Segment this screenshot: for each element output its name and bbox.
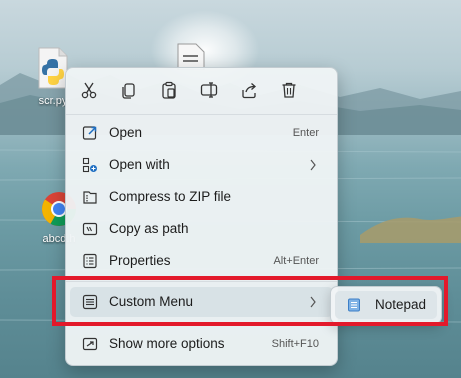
menu-item-shortcut: Shift+F10 xyxy=(271,338,319,350)
rename-icon xyxy=(200,82,218,98)
cut-icon xyxy=(81,82,97,99)
copy-button[interactable] xyxy=(117,78,141,102)
rename-button[interactable] xyxy=(197,78,221,102)
menu-item-show-more-options[interactable]: Show more options Shift+F10 xyxy=(70,329,333,359)
paste-icon xyxy=(162,81,176,99)
copy-icon xyxy=(122,83,135,99)
cut-button[interactable] xyxy=(77,78,101,102)
menu-item-shortcut: Enter xyxy=(292,127,319,139)
menu-item-open-with[interactable]: Open with xyxy=(70,150,333,180)
menu-separator xyxy=(66,114,337,115)
menu-item-label: Compress to ZIP file xyxy=(109,189,232,204)
menu-item-shortcut: Alt+Enter xyxy=(273,255,319,267)
paste-button[interactable] xyxy=(157,78,181,102)
menu-item-label: Open xyxy=(109,125,143,140)
delete-icon xyxy=(282,82,296,98)
menu-item-label: Show more options xyxy=(109,336,225,351)
open-icon xyxy=(82,126,97,140)
menu-item-label: Copy as path xyxy=(109,221,189,236)
menu-item-open[interactable]: Open Enter xyxy=(70,118,333,148)
context-menu-toolbar xyxy=(66,68,337,114)
menu-item-compress-zip[interactable]: Compress to ZIP file xyxy=(70,182,333,212)
menu-item-copy-as-path[interactable]: Copy as path xyxy=(70,214,333,244)
file-icon xyxy=(177,43,205,70)
properties-icon xyxy=(83,253,97,269)
zip-icon xyxy=(83,191,97,204)
menu-item-properties[interactable]: Properties Alt+Enter xyxy=(70,246,333,276)
delete-button[interactable] xyxy=(277,78,301,102)
menu-item-label: Properties xyxy=(109,253,171,268)
open-with-icon xyxy=(82,157,97,173)
highlight-annotation-box xyxy=(52,276,448,326)
island xyxy=(360,216,461,243)
copy-path-icon xyxy=(82,222,98,236)
menu-item-label: Open with xyxy=(109,157,170,172)
share-button[interactable] xyxy=(237,78,261,102)
chevron-right-icon xyxy=(310,159,316,171)
share-icon xyxy=(242,83,256,99)
show-more-options-icon xyxy=(82,337,98,351)
